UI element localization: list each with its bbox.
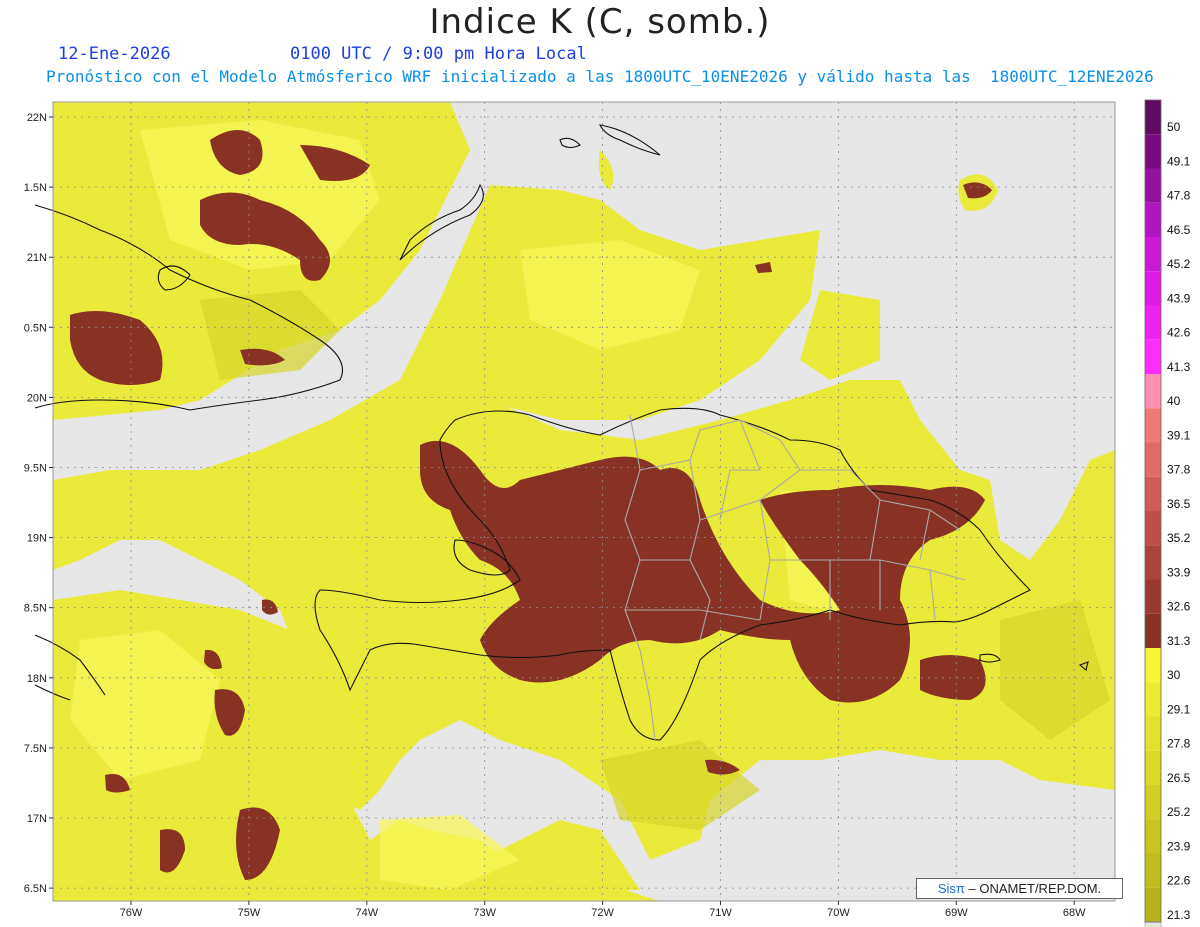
colorbar-label: 39.1: [1167, 428, 1191, 442]
credit-org: – ONAMET/REP.DOM.: [968, 881, 1102, 896]
colorbar-label: 26.5: [1167, 771, 1191, 785]
lon-tick-label: 75W: [238, 907, 261, 919]
colorbar-label: 36.5: [1167, 497, 1191, 511]
colorbar-label: 37.8: [1167, 463, 1191, 477]
latitude-axis: 22N 1.5N 21N 0.5N 20N 9.5N 19N 8.5N 18N 7.5N 17N 6.…: [24, 112, 53, 895]
colorbar-segment: [1145, 716, 1161, 751]
colorbar-segment: [1145, 408, 1161, 443]
colorbar-label: 46.5: [1167, 223, 1191, 237]
colorbar-label: 23.9: [1167, 839, 1191, 853]
lon-tick-label: 70W: [827, 907, 850, 919]
colorbar-segment: [1145, 339, 1161, 374]
colorbar-label: 42.6: [1167, 326, 1191, 340]
colorbar-label: 49.1: [1167, 154, 1191, 168]
lat-tick-label: 0.5N: [24, 322, 47, 334]
sispi-brand: Sisπ: [937, 881, 965, 896]
colorbar-label: 41.3: [1167, 360, 1191, 374]
colorbar-label: 35.2: [1167, 531, 1191, 545]
colorbar-segment: [1145, 887, 1161, 922]
lon-tick-label: 73W: [473, 907, 496, 919]
colorbar-label: 32.6: [1167, 600, 1191, 614]
longitude-axis: 76W 75W 74W 73W 72W 71W 70W 69W 68W: [120, 901, 1086, 919]
lon-tick-label: 69W: [945, 907, 968, 919]
colorbar-segment: [1145, 305, 1161, 340]
lat-tick-label: 6.5N: [24, 883, 47, 895]
colorbar-label: 45.2: [1167, 257, 1191, 271]
lat-tick-label: 9.5N: [24, 463, 47, 475]
credit-box: Sisπ – ONAMET/REP.DOM.: [916, 878, 1123, 899]
lat-tick-label: 22N: [27, 112, 47, 124]
colorbar-segment: [1145, 476, 1161, 511]
colorbar-label: 30: [1167, 668, 1181, 682]
lat-tick-label: 8.5N: [24, 603, 47, 615]
lat-tick-label: 19N: [27, 533, 47, 545]
colorbar-under-box: [1144, 921, 1162, 927]
colorbar: 50 49.1 47.8 46.5 45.2 43.9 42.6 41.3 40 39.1 37.8…: [1144, 99, 1191, 927]
lat-tick-label: 20N: [27, 392, 47, 404]
colorbar-label: 22.6: [1167, 874, 1191, 888]
colorbar-segment: [1145, 579, 1161, 614]
colorbar-segment: [1145, 237, 1161, 272]
colorbar-segment: [1145, 545, 1161, 580]
colorbar-label: 40: [1167, 394, 1181, 408]
lat-tick-label: 17N: [27, 813, 47, 825]
colorbar-segment: [1145, 442, 1161, 477]
lat-tick-label: 7.5N: [24, 743, 47, 755]
lon-tick-label: 72W: [591, 907, 614, 919]
lon-tick-label: 71W: [709, 907, 732, 919]
colorbar-label: 43.9: [1167, 291, 1191, 305]
colorbar-segment: [1145, 613, 1161, 648]
colorbar-segment: [1145, 785, 1161, 820]
lat-tick-label: 18N: [27, 673, 47, 685]
colorbar-segment: [1145, 511, 1161, 546]
colorbar-label: 47.8: [1167, 189, 1191, 203]
colorbar-segment: [1145, 682, 1161, 717]
colorbar-label: 29.1: [1167, 702, 1191, 716]
colorbar-segment: [1145, 134, 1161, 169]
map-figure: 22N 1.5N 21N 0.5N 20N 9.5N 19N 8.5N 18N 7.5N 17N 6.…: [24, 99, 1191, 927]
lat-tick-label: 21N: [27, 252, 47, 264]
colorbar-label: 27.8: [1167, 737, 1191, 751]
colorbar-label: 21.3: [1167, 908, 1191, 922]
colorbar-segment: [1145, 750, 1161, 785]
colorbar-label: 25.2: [1167, 805, 1191, 819]
lon-tick-label: 74W: [355, 907, 378, 919]
colorbar-segment: [1145, 202, 1161, 237]
lon-tick-label: 68W: [1063, 907, 1086, 919]
colorbar-label: 33.9: [1167, 565, 1191, 579]
lon-tick-label: 76W: [120, 907, 143, 919]
colorbar-segment: [1145, 853, 1161, 888]
colorbar-segment: [1145, 100, 1161, 135]
colorbar-segment: [1145, 819, 1161, 854]
colorbar-segment: [1145, 168, 1161, 203]
colorbar-segment: [1145, 271, 1161, 306]
colorbar-label: 50: [1167, 120, 1181, 134]
colorbar-segment: [1145, 648, 1161, 683]
colorbar-segment: [1145, 374, 1161, 409]
lat-tick-label: 1.5N: [24, 182, 47, 194]
colorbar-label: 31.3: [1167, 634, 1191, 648]
